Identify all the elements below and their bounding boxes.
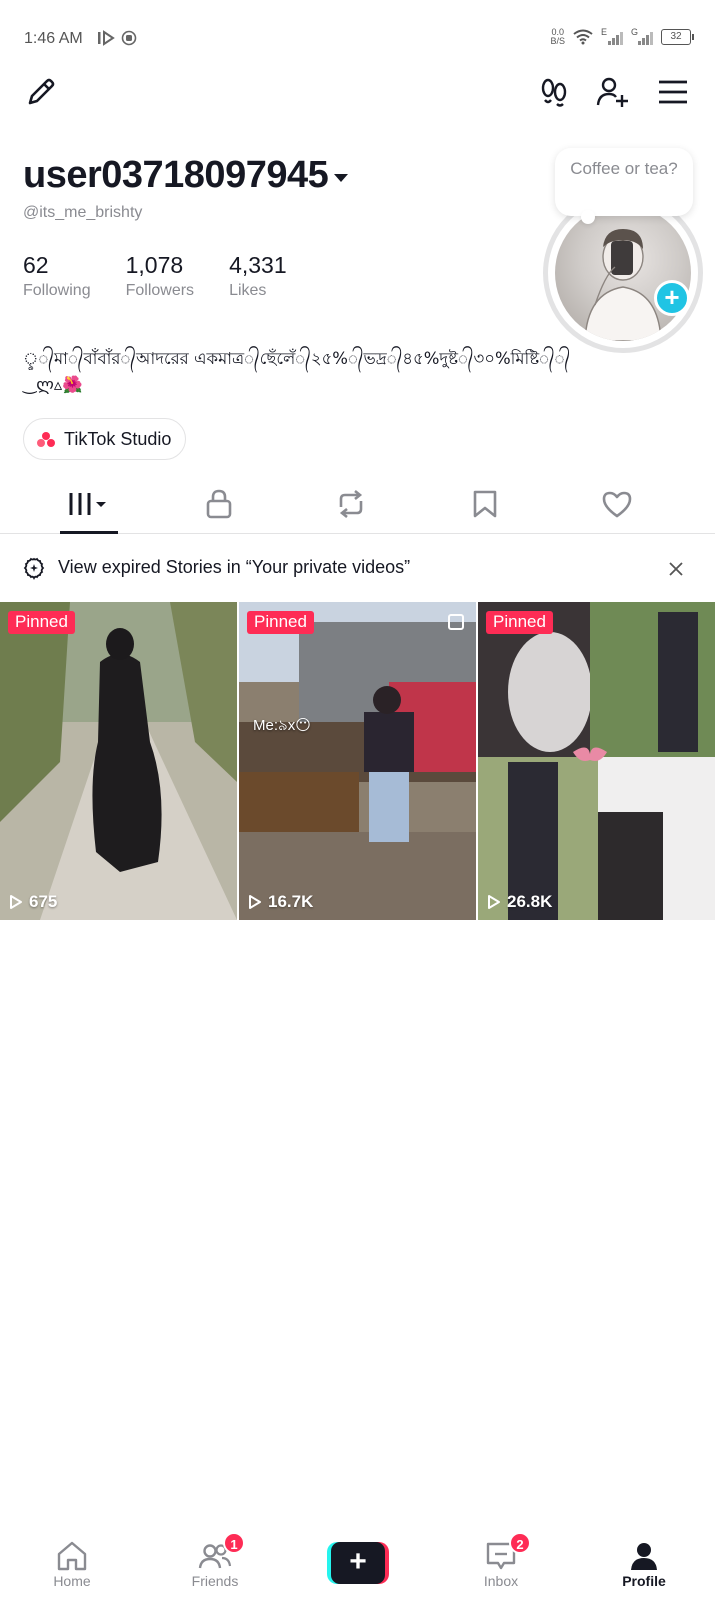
signal-icon-1: E	[601, 27, 623, 45]
stat-likes[interactable]: 4,331 Likes	[229, 252, 287, 300]
profile-bio: ৢ᭄মা᭄বাঁবাঁর᭄আদরের একমাত্র᭄ছেঁলেঁ᭄২৫%᭄ভদ…	[23, 349, 571, 394]
video-thumbnail-3[interactable]: Pinned 26.8K	[478, 602, 715, 920]
avatar-image	[555, 205, 691, 341]
bottom-navigation: Home 1 Friends + 2 Inbox Profile	[0, 1528, 715, 1600]
play-icon	[10, 895, 22, 909]
tab-videos[interactable]	[44, 474, 134, 534]
username-switcher[interactable]: user03718097945	[23, 154, 349, 197]
pinned-badge: Pinned	[486, 611, 553, 634]
view-count: 26.8K	[487, 892, 552, 912]
stat-label: Following	[23, 282, 91, 299]
studio-label: TikTok Studio	[64, 428, 172, 449]
pinned-badge: Pinned	[247, 611, 314, 634]
stat-label: Likes	[229, 282, 267, 299]
stat-following[interactable]: 62 Following	[23, 252, 91, 300]
nav-friends[interactable]: 1 Friends	[165, 1528, 265, 1600]
nav-inbox[interactable]: 2 Inbox	[451, 1528, 551, 1600]
sparkle-plus-icon	[23, 557, 45, 581]
video-thumbnail-1[interactable]: Pinned 675	[0, 602, 237, 920]
view-count: 16.7K	[248, 892, 313, 912]
tiktok-studio-button[interactable]: TikTok Studio	[23, 418, 187, 460]
play-icon	[488, 895, 500, 909]
status-time: 1:46 AM	[24, 30, 83, 47]
video-3-image	[478, 602, 715, 920]
caret-down-icon	[334, 173, 349, 182]
signal-icon-2: G	[631, 27, 653, 45]
lock-icon	[206, 489, 232, 519]
pinned-badge: Pinned	[8, 611, 75, 634]
plus-icon: +	[331, 1542, 385, 1584]
expired-stories-banner[interactable]: View expired Stories in “Your private vi…	[0, 548, 715, 590]
profile-tabs	[0, 474, 715, 534]
stat-value: 62	[23, 252, 49, 278]
tab-favorites[interactable]	[440, 474, 530, 534]
studio-icon	[37, 432, 55, 447]
stat-label: Followers	[125, 282, 195, 299]
repost-icon	[339, 489, 363, 519]
video-2-overlay-text: Me:৯x😶	[253, 717, 311, 734]
video-1-image	[0, 602, 237, 920]
profile-handle: @its_me_brishty	[23, 204, 143, 221]
inbox-badge: 2	[509, 1532, 531, 1554]
create-button[interactable]: +	[327, 1542, 389, 1584]
home-icon	[53, 1538, 91, 1574]
multi-photo-icon	[448, 614, 464, 630]
bookmark-icon	[473, 490, 497, 518]
wifi-icon	[573, 29, 593, 45]
record-icon	[121, 30, 137, 46]
add-friend-icon[interactable]	[595, 74, 631, 110]
edit-pencil-icon[interactable]	[23, 74, 59, 110]
view-count: 675	[9, 892, 57, 912]
active-tab-indicator	[60, 531, 118, 534]
stat-value: 4,331	[229, 252, 287, 278]
pause-play-icon	[98, 30, 115, 46]
play-icon	[249, 895, 261, 909]
video-thumbnail-2[interactable]: Me:৯x😶 Pinned 16.7K	[239, 602, 476, 920]
nav-label: Inbox	[483, 1573, 519, 1589]
menu-icon[interactable]	[655, 74, 691, 110]
banner-text: View expired Stories in “Your private vi…	[58, 557, 411, 577]
tab-reposts[interactable]	[306, 474, 396, 534]
tab-liked[interactable]	[572, 474, 662, 534]
add-story-button[interactable]: +	[654, 280, 690, 316]
video-2-image	[239, 602, 476, 920]
profile-icon	[625, 1538, 663, 1574]
close-icon[interactable]	[663, 556, 689, 582]
profile-note-bubble[interactable]: Coffee or tea?	[555, 148, 693, 224]
network-speed: 0.0 B/S	[550, 27, 565, 46]
nav-label: Profile	[622, 1573, 666, 1589]
profile-avatar[interactable]: +	[543, 193, 703, 353]
nav-label: Friends	[191, 1573, 239, 1589]
nav-home[interactable]: Home	[22, 1528, 122, 1600]
username: user03718097945	[23, 154, 329, 196]
nav-label: Home	[53, 1573, 91, 1589]
status-notification-icons	[97, 30, 137, 46]
footprints-icon[interactable]	[536, 74, 572, 110]
status-bar: 1:46 AM 0.0 B/S E G 32	[0, 0, 715, 78]
heart-icon	[602, 491, 632, 518]
friends-badge: 1	[223, 1532, 245, 1554]
status-system-icons: 0.0 B/S E G 32	[550, 27, 694, 46]
profile-stats: 62 Following 1,078 Followers 4,331 Likes	[23, 252, 322, 300]
nav-profile[interactable]: Profile	[594, 1528, 694, 1600]
stat-followers[interactable]: 1,078 Followers	[126, 252, 194, 300]
grid-bars-icon	[68, 493, 106, 515]
battery-icon: 32	[661, 29, 694, 45]
video-grid: Pinned 675 Me:৯x😶 Pinned 16.7K Pinned 26…	[0, 602, 715, 920]
stat-value: 1,078	[125, 252, 184, 278]
tab-private[interactable]	[174, 474, 264, 534]
